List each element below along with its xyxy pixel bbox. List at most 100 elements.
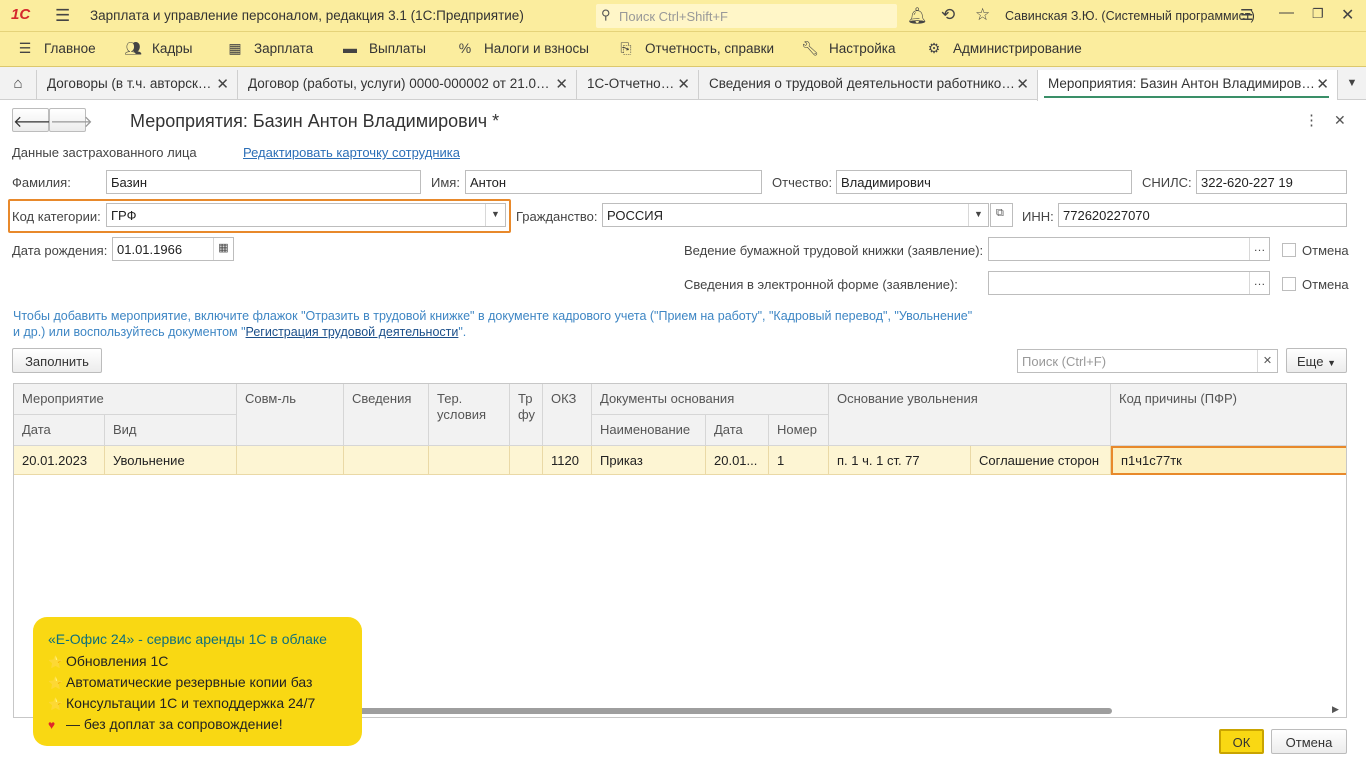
cell-doc-number[interactable]: 1 [769, 446, 829, 475]
category-select[interactable]: ГРФ ▼ [106, 203, 506, 227]
cell-doc-date[interactable]: 20.01... [706, 446, 769, 475]
history-icon[interactable]: ⟲ [941, 5, 955, 25]
tab-contract-doc[interactable]: Договор (работы, услуги) 0000-000002 от … [237, 70, 576, 100]
cell-territory[interactable] [429, 446, 510, 475]
surname-field[interactable]: Базин [106, 170, 421, 194]
home-icon[interactable]: ⌂ [0, 70, 36, 100]
section-menu: ☰ Главное 👥︎ Кадры ▦ Зарплата ▬ Выплаты % Нал… [0, 32, 1366, 67]
menu-reports[interactable]: ⎘ Отчетность, справки [617, 40, 774, 57]
open-citizenship-icon[interactable]: ⧉ [990, 203, 1013, 227]
global-search-input[interactable]: ⚲ Поиск Ctrl+Shift+F [596, 4, 897, 28]
menu-taxes[interactable]: % Налоги и взносы [456, 40, 589, 56]
patronymic-field[interactable]: Владимирович [836, 170, 1132, 194]
close-window-icon[interactable]: ✕ [1341, 5, 1354, 25]
col-docs[interactable]: Документы основания [592, 384, 829, 415]
electronic-cancel-checkbox[interactable] [1282, 277, 1296, 291]
restore-icon[interactable]: ❐ [1312, 6, 1324, 22]
ok-button[interactable]: ОК [1219, 729, 1264, 754]
cell-doc-name[interactable]: Приказ [592, 446, 706, 475]
close-tab-icon[interactable]: ✕ [216, 75, 229, 93]
chevron-down-icon[interactable]: ▼ [485, 204, 505, 226]
clear-search-icon[interactable]: ✕ [1257, 350, 1277, 372]
back-button[interactable]: 🡐 [12, 108, 56, 132]
app-logo: 1С [11, 6, 31, 23]
chevron-down-icon: ▼ [1327, 358, 1336, 368]
col-trfu[interactable]: Тр фу [510, 384, 543, 446]
col-date[interactable]: Дата [14, 415, 105, 446]
menu-hr[interactable]: 👥︎ Кадры [124, 40, 192, 57]
close-tab-icon[interactable]: ✕ [555, 75, 568, 93]
col-kind[interactable]: Вид [105, 415, 237, 446]
patronymic-label: Отчество: [772, 175, 833, 190]
paper-cancel-checkbox[interactable] [1282, 243, 1296, 257]
cell-reason-code[interactable]: п1ч1с77тк [1111, 446, 1346, 475]
more-vert-icon[interactable]: ⋮ [1304, 111, 1319, 129]
col-reason-code[interactable]: Код причины (ПФР) [1111, 384, 1346, 446]
menu-salary[interactable]: ▦ Зарплата [226, 40, 313, 57]
menu-admin[interactable]: ⚙ Администрирование [925, 40, 1082, 57]
scroll-right-icon[interactable]: ▶ [1332, 704, 1339, 715]
menu-settings[interactable]: 🔧︎ Настройка [801, 40, 895, 57]
registration-link[interactable]: Регистрация трудовой деятельности [246, 325, 459, 339]
cell-trfu[interactable] [510, 446, 543, 475]
scrollbar-thumb[interactable] [354, 708, 1112, 714]
calculator-icon: ▦ [228, 40, 242, 56]
close-tab-icon[interactable]: ✕ [1316, 75, 1329, 93]
cell-dismissal-article[interactable]: п. 1 ч. 1 ст. 77 [829, 446, 971, 475]
settings-menu-icon[interactable]: ☰ [1240, 6, 1253, 24]
fill-button[interactable]: Заполнить [12, 348, 102, 373]
forward-button[interactable]: 🡒 [49, 108, 93, 132]
hamburger-icon[interactable]: ☰ [55, 6, 70, 26]
tab-events[interactable]: Мероприятия: Базин Антон Владимирович * ✕ [1037, 70, 1337, 101]
more-button[interactable]: Еще ▼ [1286, 348, 1347, 373]
tabs-dropdown-icon[interactable]: ▼ [1337, 70, 1366, 100]
user-name[interactable]: Савинская З.Ю. (Системный программист) [1005, 9, 1255, 23]
col-territory[interactable]: Тер. условия [429, 384, 510, 446]
close-form-icon[interactable]: ✕ [1334, 112, 1346, 129]
wrench-icon: 🔧︎ [801, 40, 819, 56]
inn-field[interactable]: 772620227070 [1058, 203, 1347, 227]
cell-dismissal-text[interactable]: Соглашение сторон [971, 446, 1111, 475]
col-dismissal[interactable]: Основание увольнения [829, 384, 1111, 446]
table-search-input[interactable]: Поиск (Ctrl+F) ✕ [1017, 349, 1278, 373]
tab-szv-td[interactable]: Сведения о трудовой деятельности работни… [698, 70, 1037, 100]
birth-date-field[interactable]: 01.01.1966 ▦ [112, 237, 234, 261]
close-tab-icon[interactable]: ✕ [1016, 75, 1029, 93]
snils-field[interactable]: 322-620-227 19 [1196, 170, 1347, 194]
calendar-icon[interactable]: ▦ [213, 238, 233, 260]
category-label: Код категории: [12, 209, 101, 224]
col-event[interactable]: Мероприятие [14, 384, 237, 415]
paper-book-field[interactable]: … [988, 237, 1270, 261]
promo-title: «Е-Офис 24» - сервис аренды 1С в облаке [48, 631, 327, 647]
cell-combined[interactable] [237, 446, 344, 475]
search-icon: ⚲ [601, 7, 611, 22]
star-icon[interactable]: ☆ [975, 5, 990, 25]
chevron-down-icon[interactable]: ▼ [968, 204, 988, 226]
col-okz[interactable]: ОКЗ [543, 384, 592, 446]
menu-main[interactable]: ☰ Главное [16, 40, 96, 57]
name-field[interactable]: Антон [465, 170, 762, 194]
col-doc-date[interactable]: Дата [706, 415, 769, 446]
edit-employee-link[interactable]: Редактировать карточку сотрудника [243, 145, 460, 160]
col-info[interactable]: Сведения [344, 384, 429, 446]
minimize-icon[interactable]: — [1279, 4, 1294, 21]
bell-icon[interactable]: 🔔︎ [907, 6, 927, 26]
cancel-button[interactable]: Отмена [1271, 729, 1347, 754]
ellipsis-icon[interactable]: … [1249, 238, 1269, 260]
cell-kind[interactable]: Увольнение [105, 446, 237, 475]
col-doc-number[interactable]: Номер [769, 415, 829, 446]
menu-payments[interactable]: ▬ Выплаты [341, 40, 426, 56]
col-combined[interactable]: Совм-ль [237, 384, 344, 446]
citizenship-select[interactable]: РОССИЯ ▼ [602, 203, 989, 227]
close-tab-icon[interactable]: ✕ [677, 75, 690, 93]
ellipsis-icon[interactable]: … [1249, 272, 1269, 294]
gear-icon: ⚙ [927, 40, 941, 56]
cell-date[interactable]: 20.01.2023 [14, 446, 105, 475]
cell-okz[interactable]: 1120 [543, 446, 592, 475]
name-label: Имя: [431, 175, 460, 190]
tab-contracts[interactable]: Договоры (в т.ч. авторские) ✕ [36, 70, 237, 100]
cell-info[interactable] [344, 446, 429, 475]
electronic-field[interactable]: … [988, 271, 1270, 295]
col-doc-name[interactable]: Наименование [592, 415, 706, 446]
tab-reporting[interactable]: 1С-Отчетность ✕ [576, 70, 698, 100]
